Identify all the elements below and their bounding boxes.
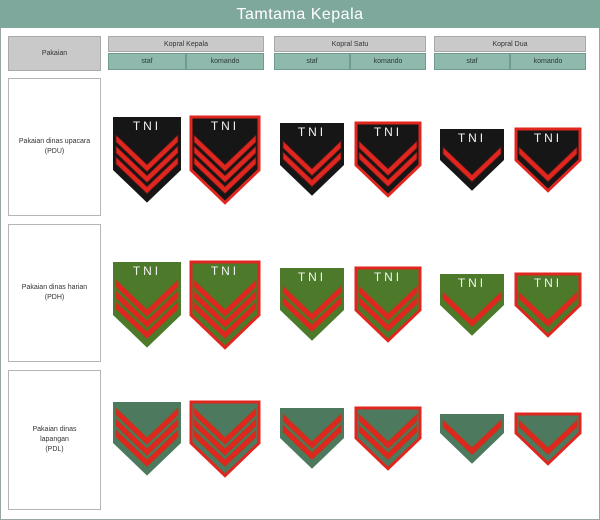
badge-pdh-komando: TNI [354, 266, 422, 343]
badge-pdl-staf [113, 402, 181, 476]
badge-text: TNI [298, 270, 326, 284]
badge-text: TNI [211, 119, 239, 133]
header-sub-komando: komando [510, 53, 586, 70]
badge-pdu-komando: TNI [514, 127, 582, 193]
badge-pdu-staf: TNI [280, 123, 344, 196]
badge-text: TNI [133, 264, 161, 278]
badge-pdu-komando: TNI [354, 121, 422, 198]
badge-pdh-staf: TNI [113, 262, 181, 348]
badge-pdl-komando [189, 400, 261, 478]
badge-pdl-staf [280, 408, 344, 469]
badge-pdh-staf: TNI [280, 268, 344, 341]
badge-pdh-komando: TNI [189, 260, 261, 350]
badge-text: TNI [211, 264, 239, 278]
header-sub-staf: staf [108, 53, 186, 70]
row-label-line: Pakaian dinas [32, 426, 77, 433]
row-label-line: (PDH) [44, 294, 65, 301]
row-label-pdu: Pakaian dinas upacara (PDU) [8, 78, 101, 216]
badge-text: TNI [534, 131, 562, 145]
badge-shield [514, 412, 582, 466]
badge-text: TNI [458, 276, 486, 290]
header-sub-staf: staf [274, 53, 350, 70]
badge-pdh-komando: TNI [514, 272, 582, 338]
row-label-pdl: Pakaian dinas lapangan (PDL) [8, 370, 101, 510]
badge-text: TNI [298, 125, 326, 139]
header-sub-komando: komando [350, 53, 426, 70]
header-rank-kopral-satu: Kopral Satu [274, 36, 426, 52]
row-label-line: Pakaian dinas harian [21, 284, 88, 291]
header-rank-kopral-kepala: Kopral Kepala [108, 36, 264, 52]
badge-pdh-staf: TNI [440, 274, 504, 336]
row-label-line: Pakaian dinas upacara [18, 138, 91, 145]
row-label-pdh: Pakaian dinas harian (PDH) [8, 224, 101, 362]
row-label-line: (PDL) [45, 446, 64, 453]
row-label-line: (PDU) [44, 148, 65, 155]
badge-pdu-staf: TNI [113, 117, 181, 203]
badge-pdu-staf: TNI [440, 129, 504, 191]
badge-text: TNI [374, 270, 402, 284]
badge-pdl-staf [440, 414, 504, 464]
badge-text: TNI [458, 131, 486, 145]
header-sub-komando: komando [186, 53, 264, 70]
header-rank-kopral-dua: Kopral Dua [434, 36, 586, 52]
badge-text: TNI [374, 125, 402, 139]
badge-pdu-komando: TNI [189, 115, 261, 205]
header-pakaian: Pakaian [8, 36, 101, 71]
badge-text: TNI [534, 276, 562, 290]
badge-pdl-komando [354, 406, 422, 471]
header-sub-staf: staf [434, 53, 510, 70]
page-title: Tamtama Kepala [0, 0, 600, 28]
badge-shield [440, 414, 504, 464]
badge-pdl-komando [514, 412, 582, 466]
badge-text: TNI [133, 119, 161, 133]
row-label-line: lapangan [40, 436, 69, 443]
